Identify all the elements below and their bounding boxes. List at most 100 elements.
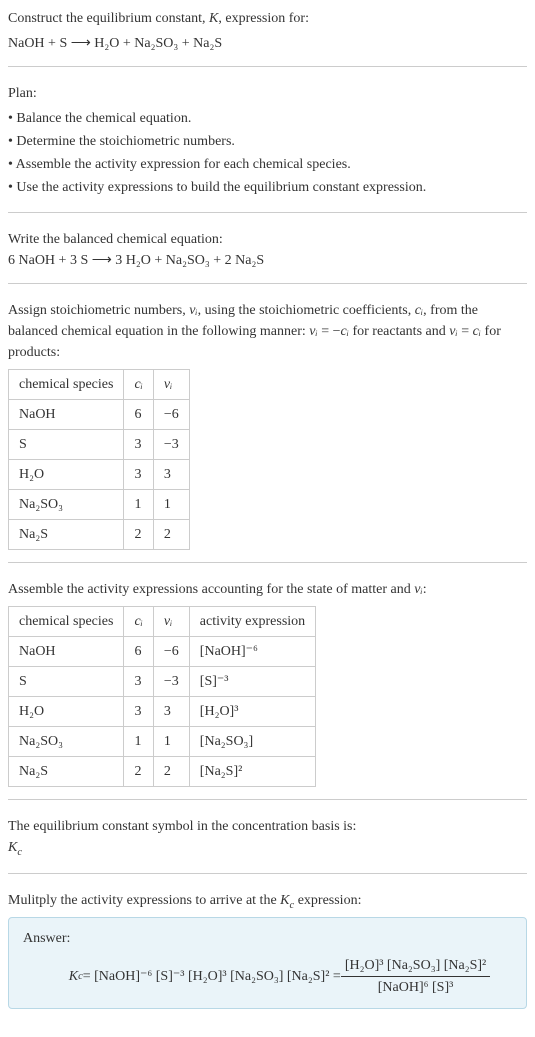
kc-denominator: [NaOH]⁶ [S]³ bbox=[341, 977, 490, 998]
table-row: Na₂SO₃ 1 1 bbox=[9, 490, 190, 520]
c-cell: 3 bbox=[124, 667, 153, 697]
intro-equation: NaOH + S ⟶ H₂O + Na₂SO₃ + Na₂S bbox=[8, 33, 527, 54]
table-header: chemical species bbox=[9, 607, 124, 637]
v-cell: −3 bbox=[153, 667, 189, 697]
expr-cell: [H₂O]³ bbox=[189, 697, 315, 727]
final-title-text2: expression: bbox=[294, 893, 361, 908]
table-row: S 3 −3 bbox=[9, 430, 190, 460]
c-cell: 2 bbox=[124, 757, 153, 787]
c-cell: 3 bbox=[124, 697, 153, 727]
species-cell: S bbox=[9, 430, 124, 460]
section-final: Mulitply the activity expressions to arr… bbox=[8, 890, 527, 1022]
species-cell: Na₂S bbox=[9, 520, 124, 550]
stoich-nu: νᵢ bbox=[189, 303, 197, 318]
c-cell: 6 bbox=[124, 637, 153, 667]
table-row: Na₂S 2 2 bbox=[9, 520, 190, 550]
section-balanced: Write the balanced chemical equation: 6 … bbox=[8, 229, 527, 284]
stoich-text: Assign stoichiometric numbers, bbox=[8, 303, 189, 318]
intro-text-1: Construct the equilibrium constant, bbox=[8, 11, 209, 26]
table-row: H₂O 3 3 bbox=[9, 460, 190, 490]
intro-text-2: , expression for: bbox=[218, 11, 309, 26]
kc-expression: Kc = [NaOH]⁻⁶ [S]⁻³ [H₂O]³ [Na₂SO₃] [Na₂… bbox=[47, 955, 512, 998]
stoich-table: chemical species cᵢ νᵢ NaOH 6 −6 S 3 −3 … bbox=[8, 369, 190, 550]
kc-symbol: Kc bbox=[8, 837, 527, 861]
intro-K: K bbox=[209, 11, 218, 26]
activity-table: chemical species cᵢ νᵢ activity expressi… bbox=[8, 606, 316, 787]
final-Kc: K bbox=[280, 893, 289, 908]
plan-item: • Determine the stoichiometric numbers. bbox=[8, 131, 527, 152]
table-row: S 3 −3 [S]⁻³ bbox=[9, 667, 316, 697]
kc-numerator: [H₂O]³ [Na₂SO₃] [Na₂S]² bbox=[341, 955, 490, 977]
species-cell: Na₂SO₃ bbox=[9, 727, 124, 757]
c-cell: 6 bbox=[124, 400, 153, 430]
stoich-rule: νᵢ bbox=[449, 324, 457, 339]
table-row: NaOH 6 −6 [NaOH]⁻⁶ bbox=[9, 637, 316, 667]
kc-symbol-text: The equilibrium constant symbol in the c… bbox=[8, 816, 527, 837]
expr-cell: [NaOH]⁻⁶ bbox=[189, 637, 315, 667]
section-kc-symbol: The equilibrium constant symbol in the c… bbox=[8, 816, 527, 874]
table-row: Na₂SO₃ 1 1 [Na₂SO₃] bbox=[9, 727, 316, 757]
v-cell: 2 bbox=[153, 757, 189, 787]
table-header: cᵢ bbox=[124, 607, 153, 637]
table-header-row: chemical species cᵢ νᵢ bbox=[9, 370, 190, 400]
kc-sub: c bbox=[17, 847, 22, 858]
activity-text: Assemble the activity expressions accoun… bbox=[8, 582, 414, 597]
balanced-title: Write the balanced chemical equation: bbox=[8, 229, 527, 250]
c-cell: 2 bbox=[124, 520, 153, 550]
v-cell: 1 bbox=[153, 490, 189, 520]
kc-K: K bbox=[8, 840, 17, 855]
plan-item: • Assemble the activity expression for e… bbox=[8, 154, 527, 175]
table-header-row: chemical species cᵢ νᵢ activity expressi… bbox=[9, 607, 316, 637]
table-header: νᵢ bbox=[153, 370, 189, 400]
v-cell: 1 bbox=[153, 727, 189, 757]
expr-cell: [Na₂SO₃] bbox=[189, 727, 315, 757]
plan-item: • Balance the chemical equation. bbox=[8, 108, 527, 129]
c-cell: 3 bbox=[124, 460, 153, 490]
species-cell: H₂O bbox=[9, 460, 124, 490]
species-cell: NaOH bbox=[9, 400, 124, 430]
table-row: H₂O 3 3 [H₂O]³ bbox=[9, 697, 316, 727]
plan-title: Plan: bbox=[8, 83, 527, 104]
balanced-equation: 6 NaOH + 3 S ⟶ 3 H₂O + Na₂SO₃ + 2 Na₂S bbox=[8, 250, 527, 271]
stoich-rule: cᵢ bbox=[473, 324, 481, 339]
species-cell: S bbox=[9, 667, 124, 697]
stoich-rule: cᵢ bbox=[341, 324, 349, 339]
final-title-text: Mulitply the activity expressions to arr… bbox=[8, 893, 280, 908]
v-cell: 2 bbox=[153, 520, 189, 550]
c-cell: 3 bbox=[124, 430, 153, 460]
species-cell: Na₂SO₃ bbox=[9, 490, 124, 520]
kc-lhs: K bbox=[69, 966, 78, 987]
species-cell: NaOH bbox=[9, 637, 124, 667]
stoich-text: for reactants and bbox=[349, 324, 449, 339]
v-cell: 3 bbox=[153, 460, 189, 490]
stoich-rule: = − bbox=[318, 324, 341, 339]
activity-text: : bbox=[423, 582, 427, 597]
stoich-intro: Assign stoichiometric numbers, νᵢ, using… bbox=[8, 300, 527, 363]
section-plan: Plan: • Balance the chemical equation. •… bbox=[8, 83, 527, 213]
expr-cell: [Na₂S]² bbox=[189, 757, 315, 787]
intro-line: Construct the equilibrium constant, K, e… bbox=[8, 8, 527, 29]
stoich-rule: = bbox=[458, 324, 473, 339]
table-header: cᵢ bbox=[124, 370, 153, 400]
activity-nu: νᵢ bbox=[414, 582, 422, 597]
v-cell: −6 bbox=[153, 637, 189, 667]
section-activity: Assemble the activity expressions accoun… bbox=[8, 579, 527, 800]
section-intro: Construct the equilibrium constant, K, e… bbox=[8, 8, 527, 67]
table-header: chemical species bbox=[9, 370, 124, 400]
species-cell: Na₂S bbox=[9, 757, 124, 787]
stoich-text: , using the stoichiometric coefficients, bbox=[198, 303, 415, 318]
c-cell: 1 bbox=[124, 490, 153, 520]
activity-intro: Assemble the activity expressions accoun… bbox=[8, 579, 527, 600]
section-stoich: Assign stoichiometric numbers, νᵢ, using… bbox=[8, 300, 527, 563]
v-cell: 3 bbox=[153, 697, 189, 727]
kc-eq: = [NaOH]⁻⁶ [S]⁻³ [H₂O]³ [Na₂SO₃] [Na₂S]²… bbox=[83, 966, 341, 987]
species-cell: H₂O bbox=[9, 697, 124, 727]
answer-box: Answer: Kc = [NaOH]⁻⁶ [S]⁻³ [H₂O]³ [Na₂S… bbox=[8, 917, 527, 1009]
table-row: Na₂S 2 2 [Na₂S]² bbox=[9, 757, 316, 787]
table-header: νᵢ bbox=[153, 607, 189, 637]
stoich-ci: cᵢ bbox=[415, 303, 423, 318]
stoich-rule: νᵢ bbox=[309, 324, 317, 339]
v-cell: −6 bbox=[153, 400, 189, 430]
plan-list: • Balance the chemical equation. • Deter… bbox=[8, 108, 527, 198]
kc-fraction: [H₂O]³ [Na₂SO₃] [Na₂S]² [NaOH]⁶ [S]³ bbox=[341, 955, 490, 998]
